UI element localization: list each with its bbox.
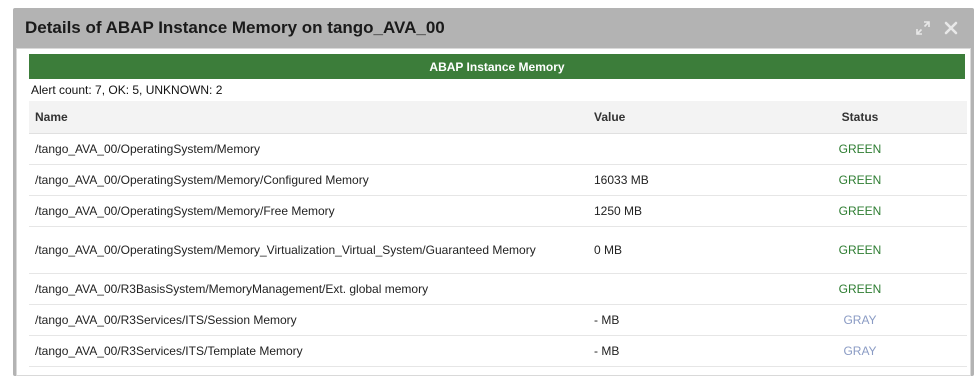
row-name: /tango_AVA_00/OperatingSystem/Memory_Vir… xyxy=(35,242,536,257)
close-icon[interactable] xyxy=(943,20,959,36)
row-value: 1250 MB xyxy=(594,203,643,218)
row-value: 16033 MB xyxy=(594,172,649,187)
dialog-title-bar[interactable]: Details of ABAP Instance Memory on tango… xyxy=(13,8,974,48)
row-name: /tango_AVA_00/OperatingSystem/Memory xyxy=(35,141,260,156)
column-header-name[interactable]: Name xyxy=(35,110,575,125)
section-title: ABAP Instance Memory xyxy=(429,59,565,74)
row-name: /tango_AVA_00/R3BasisSystem/MemoryManage… xyxy=(35,281,429,296)
column-header-status[interactable]: Status xyxy=(805,110,915,125)
row-name: /tango_AVA_00/R3Services/ITS/Session Mem… xyxy=(35,312,297,327)
table-row[interactable]: /tango_AVA_00/OperatingSystem/Memory_Vir… xyxy=(29,227,967,274)
table-row[interactable]: /tango_AVA_00/OperatingSystem/Memory/Con… xyxy=(29,165,967,196)
section-header: ABAP Instance Memory xyxy=(29,54,965,79)
row-value: - MB xyxy=(594,343,620,358)
row-status: GREEN xyxy=(838,242,882,257)
table-row[interactable]: /tango_AVA_00/R3Services/ITS/Template Me… xyxy=(29,336,967,367)
expand-icon[interactable] xyxy=(915,20,931,36)
row-status: GREEN xyxy=(838,203,882,218)
details-panel: ABAP Instance Memory Alert count: 7, OK:… xyxy=(16,48,971,376)
row-value: 0 MB xyxy=(594,242,623,257)
row-name: /tango_AVA_00/OperatingSystem/Memory/Con… xyxy=(35,172,369,187)
row-name: /tango_AVA_00/R3Services/ITS/Template Me… xyxy=(35,343,303,358)
dialog-title: Details of ABAP Instance Memory on tango… xyxy=(25,18,445,37)
row-status: GRAY xyxy=(843,312,877,327)
details-dialog: Details of ABAP Instance Memory on tango… xyxy=(13,8,974,376)
row-name: /tango_AVA_00/OperatingSystem/Memory/Fre… xyxy=(35,203,335,218)
row-value: - MB xyxy=(594,312,620,327)
row-status: GREEN xyxy=(838,172,882,187)
row-status: GRAY xyxy=(843,343,877,358)
table-row[interactable]: /tango_AVA_00/R3BasisSystem/MemoryManage… xyxy=(29,274,967,305)
table-row[interactable]: /tango_AVA_00/OperatingSystem/Memory GRE… xyxy=(29,134,967,165)
column-header-value[interactable]: Value xyxy=(594,110,794,125)
alert-summary: Alert count: 7, OK: 5, UNKNOWN: 2 xyxy=(31,83,223,97)
table-row[interactable]: /tango_AVA_00/OperatingSystem/Memory/Fre… xyxy=(29,196,967,227)
row-status: GREEN xyxy=(838,141,882,156)
table-header-row: Name Value Status xyxy=(29,101,967,134)
row-status: GREEN xyxy=(838,281,882,296)
memory-table: Name Value Status /tango_AVA_00/Operatin… xyxy=(29,101,967,367)
table-row[interactable]: /tango_AVA_00/R3Services/ITS/Session Mem… xyxy=(29,305,967,336)
